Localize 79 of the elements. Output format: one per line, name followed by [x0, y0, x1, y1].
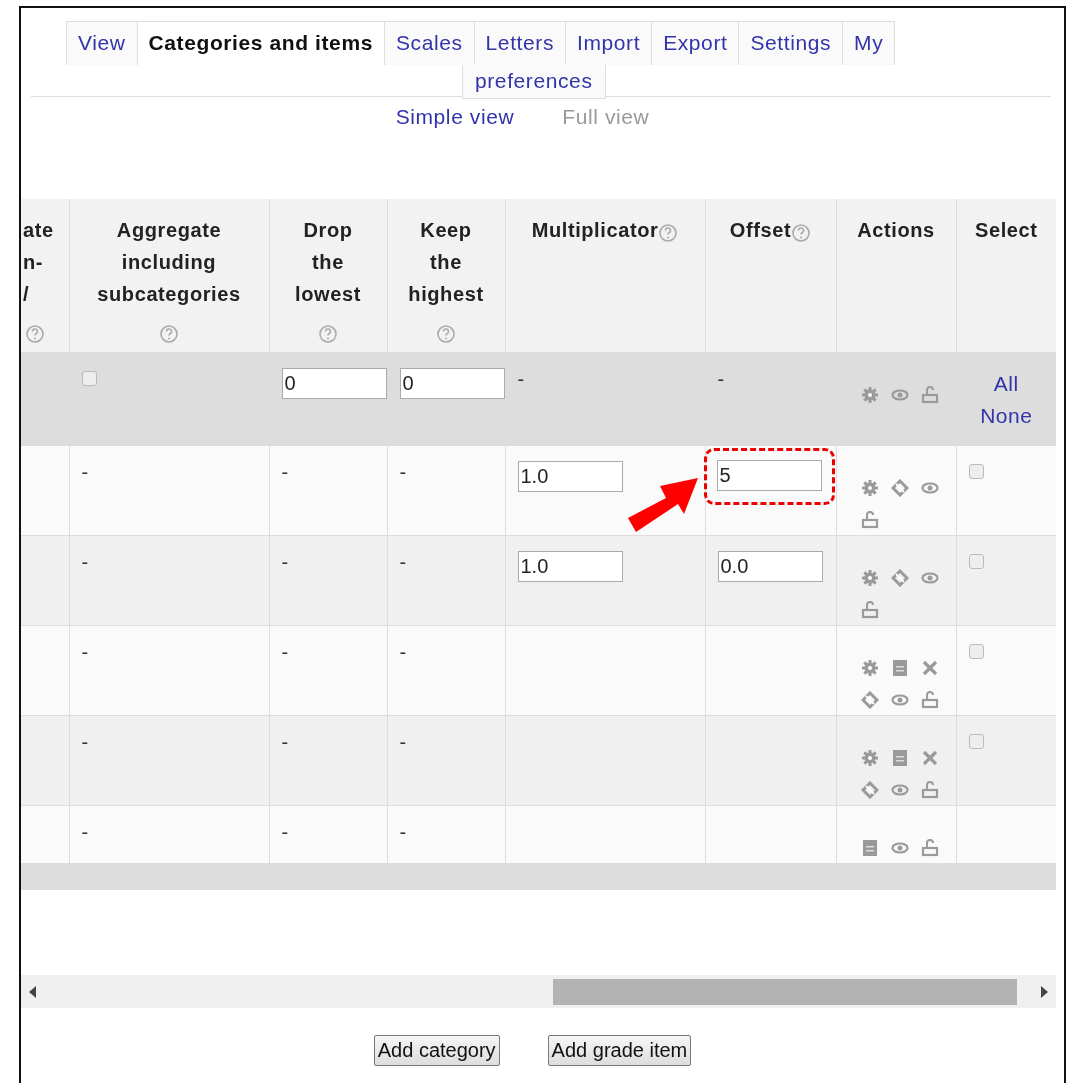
padlock-icon[interactable]	[920, 839, 939, 858]
padlock-icon[interactable]	[920, 691, 939, 710]
gear-icon[interactable]	[860, 386, 879, 405]
table-cell: -	[281, 460, 289, 483]
diamond-arrows-icon[interactable]	[890, 479, 909, 498]
calculator-icon[interactable]	[890, 749, 909, 768]
table-cell: -	[517, 367, 525, 390]
column-header: Offset	[729, 219, 792, 241]
diamond-arrows-icon[interactable]	[890, 569, 909, 588]
gear-icon[interactable]	[860, 749, 879, 768]
table-cell: -	[81, 460, 89, 483]
padlock-icon[interactable]	[860, 601, 879, 620]
add-button[interactable]: Add category	[373, 1035, 500, 1066]
input-field[interactable]: 0	[281, 367, 387, 399]
table-cell: -	[281, 820, 289, 843]
input-field[interactable]: 5	[716, 459, 822, 491]
table-cell: -	[399, 730, 407, 753]
checkbox[interactable]	[81, 370, 97, 386]
help-icon[interactable]	[159, 324, 179, 344]
help-icon[interactable]	[318, 324, 338, 344]
help-icon[interactable]	[791, 223, 812, 243]
tab[interactable]: Letters	[473, 21, 566, 65]
calculator-icon[interactable]	[860, 839, 879, 858]
table-cell: -	[81, 820, 89, 843]
column-header: Select	[975, 219, 1038, 241]
tab[interactable]: Scales	[383, 21, 475, 65]
tab[interactable]: preferences	[462, 65, 606, 99]
add-button[interactable]: Add grade item	[547, 1035, 692, 1066]
select-link[interactable]: All	[993, 367, 1019, 400]
input-field[interactable]: 1.0	[517, 460, 623, 492]
help-icon[interactable]	[436, 324, 456, 344]
help-icon[interactable]	[25, 324, 45, 344]
table-cell: -	[281, 730, 289, 753]
column-header: Keep the highest	[408, 219, 484, 305]
column-header: Multiplicator	[531, 219, 659, 241]
table-cell: -	[399, 640, 407, 663]
table-cell: -	[717, 367, 725, 390]
right-arrow-icon[interactable]	[1040, 985, 1048, 998]
select-link[interactable]: None	[980, 399, 1033, 432]
help-icon[interactable]	[658, 223, 679, 243]
column-header: Drop the lowest	[295, 219, 361, 305]
table-cell: -	[399, 550, 407, 573]
horizontal-scrollbar[interactable]	[21, 975, 1056, 1008]
tab[interactable]: Settings	[738, 21, 844, 65]
table-cell: -	[81, 640, 89, 663]
column-header: ate n- /	[23, 219, 54, 305]
delete-icon[interactable]	[920, 659, 939, 678]
column-header: Actions	[857, 219, 935, 241]
checkbox[interactable]	[968, 553, 984, 569]
padlock-icon[interactable]	[920, 386, 939, 405]
table-cell: -	[81, 730, 89, 753]
table-cell: -	[399, 460, 407, 483]
column-header: Aggregate including subcategories	[97, 219, 241, 305]
table-cell: -	[281, 550, 289, 573]
table-cell: -	[399, 820, 407, 843]
tab[interactable]: My	[842, 21, 896, 65]
calculator-icon[interactable]	[890, 659, 909, 678]
input-field[interactable]: 1.0	[517, 550, 623, 582]
scrollbar-thumb[interactable]	[553, 978, 1017, 1005]
delete-icon[interactable]	[920, 749, 939, 768]
padlock-icon[interactable]	[860, 511, 879, 530]
gear-icon[interactable]	[860, 659, 879, 678]
gear-icon[interactable]	[860, 479, 879, 498]
checkbox[interactable]	[968, 463, 984, 479]
view-link[interactable]: Simple view	[395, 105, 515, 129]
table-cell: -	[81, 550, 89, 573]
input-field[interactable]: 0	[399, 367, 505, 399]
checkbox[interactable]	[968, 733, 984, 749]
input-field[interactable]: 0.0	[717, 550, 823, 582]
table-cell: -	[281, 640, 289, 663]
checkbox[interactable]	[968, 643, 984, 659]
diamond-arrows-icon[interactable]	[860, 691, 879, 710]
gear-icon[interactable]	[860, 569, 879, 588]
tab[interactable]: View	[66, 21, 138, 65]
diamond-arrows-icon[interactable]	[860, 781, 879, 800]
padlock-icon[interactable]	[920, 781, 939, 800]
tab[interactable]: Export	[651, 21, 740, 65]
tab[interactable]: Import	[565, 21, 653, 65]
left-arrow-icon[interactable]	[29, 985, 37, 998]
